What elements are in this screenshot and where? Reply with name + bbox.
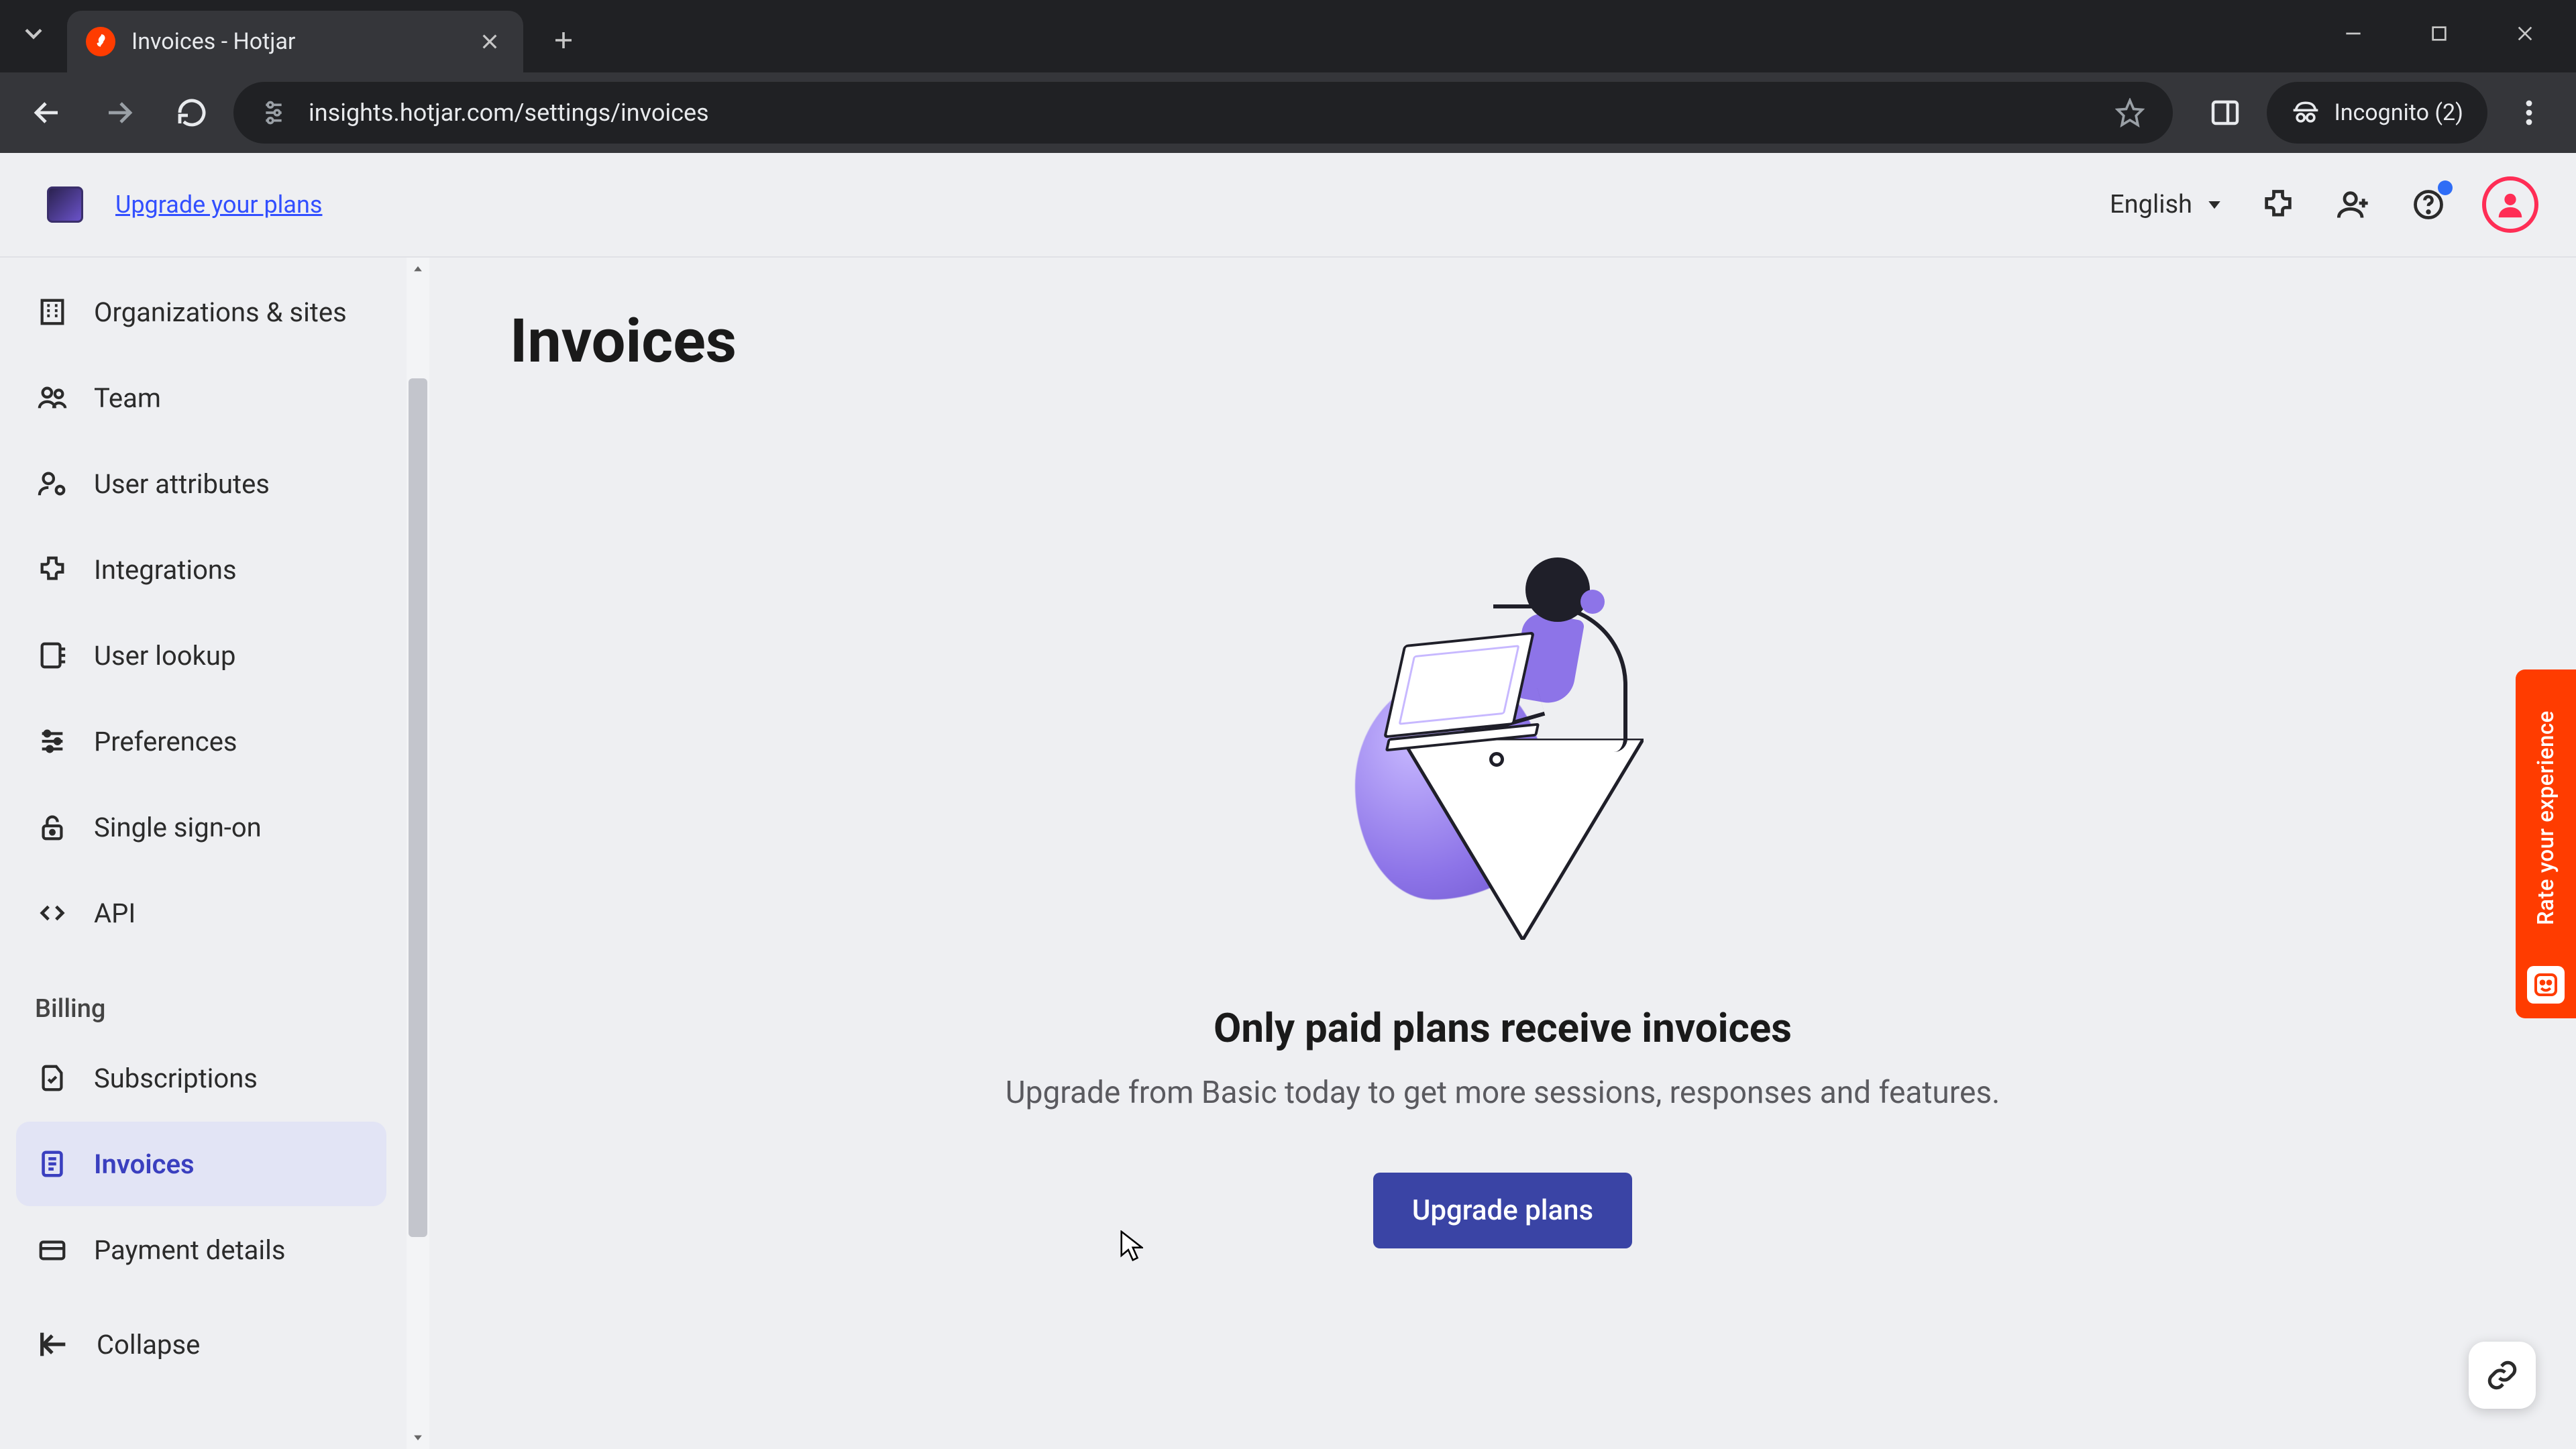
app-viewport: Upgrade your plans English Organizations… xyxy=(0,153,2576,1449)
invite-user-icon[interactable] xyxy=(2332,183,2375,226)
sidebar-item-team[interactable]: Team xyxy=(16,356,386,440)
sidebar-item-sso[interactable]: Single sign-on xyxy=(16,785,386,869)
code-icon xyxy=(35,896,70,930)
sidebar-item-payment-details[interactable]: Payment details xyxy=(16,1208,386,1292)
sidebar-item-user-attributes[interactable]: User attributes xyxy=(16,441,386,526)
sidebar-item-user-lookup[interactable]: User lookup xyxy=(16,613,386,698)
feedback-face-icon xyxy=(2527,966,2565,1004)
subscription-icon xyxy=(35,1061,70,1095)
page-title: Invoices xyxy=(429,258,2576,376)
user-avatar[interactable] xyxy=(2482,176,2538,233)
scroll-up-button[interactable] xyxy=(407,258,429,280)
team-icon xyxy=(35,380,70,415)
sliders-icon xyxy=(35,724,70,759)
language-label: English xyxy=(2110,190,2192,219)
sidebar-item-label: Organizations & sites xyxy=(94,297,347,328)
feedback-label: Rate your experience xyxy=(2533,684,2559,951)
invoice-icon xyxy=(35,1146,70,1181)
bookmark-star-icon[interactable] xyxy=(2111,94,2149,131)
language-selector[interactable]: English xyxy=(2110,190,2224,219)
browser-toolbar: insights.hotjar.com/settings/invoices In… xyxy=(0,72,2576,153)
lock-icon xyxy=(35,810,70,845)
feedback-tab[interactable]: Rate your experience xyxy=(2516,669,2576,1018)
new-tab-button[interactable] xyxy=(537,13,590,67)
sidebar-item-integrations[interactable]: Integrations xyxy=(16,527,386,612)
user-settings-icon xyxy=(35,466,70,501)
credit-card-icon xyxy=(35,1232,70,1267)
sidebar-scrollbar[interactable] xyxy=(407,258,429,1449)
main-content: Invoices Only paid plans receive invoice… xyxy=(429,258,2576,1449)
sidebar-item-subscriptions[interactable]: Subscriptions xyxy=(16,1036,386,1120)
collapse-label: Collapse xyxy=(97,1329,200,1360)
help-icon[interactable] xyxy=(2407,183,2450,226)
empty-state-heading: Only paid plans receive invoices xyxy=(1214,1004,1792,1052)
tab-search-button[interactable] xyxy=(0,0,67,67)
sidebar-item-label: Integrations xyxy=(94,554,237,586)
side-panel-button[interactable] xyxy=(2194,82,2256,144)
sidebar-item-label: API xyxy=(94,898,136,929)
window-close-button[interactable] xyxy=(2485,7,2565,60)
notification-dot xyxy=(2438,180,2453,195)
puzzle-icon xyxy=(35,552,70,587)
upgrade-plans-link[interactable]: Upgrade your plans xyxy=(115,191,322,219)
sidebar-section-billing: Billing xyxy=(16,957,386,1034)
sidebar-item-organizations[interactable]: Organizations & sites xyxy=(16,270,386,354)
collapse-icon xyxy=(35,1326,72,1363)
sidebar-item-label: Payment details xyxy=(94,1234,286,1266)
window-controls xyxy=(2313,0,2576,67)
sidebar-item-label: Team xyxy=(94,382,161,414)
sidebar-item-api[interactable]: API xyxy=(16,871,386,955)
incognito-label: Incognito (2) xyxy=(2334,99,2463,126)
extensions-icon[interactable] xyxy=(2257,183,2300,226)
nav-back-button[interactable] xyxy=(16,82,78,144)
sidebar-item-label: Subscriptions xyxy=(94,1063,258,1094)
tab-title: Invoices - Hotjar xyxy=(131,28,459,55)
upgrade-plans-button[interactable]: Upgrade plans xyxy=(1373,1173,1632,1248)
empty-state: Only paid plans receive invoices Upgrade… xyxy=(429,376,2576,1248)
sidebar-item-label: User attributes xyxy=(94,468,270,500)
empty-state-subtext: Upgrade from Basic today to get more ses… xyxy=(1006,1075,2000,1111)
empty-state-illustration xyxy=(1348,551,1657,940)
lookup-icon xyxy=(35,638,70,673)
sidebar-collapse-button[interactable]: Collapse xyxy=(16,1304,386,1385)
chrome-menu-button[interactable] xyxy=(2498,82,2560,144)
nav-forward-button[interactable] xyxy=(89,82,150,144)
copy-link-button[interactable] xyxy=(2469,1342,2536,1409)
sidebar-item-label: Preferences xyxy=(94,726,237,757)
scroll-down-button[interactable] xyxy=(407,1426,429,1449)
sidebar-item-invoices[interactable]: Invoices xyxy=(16,1122,386,1206)
window-minimize-button[interactable] xyxy=(2313,7,2394,60)
sidebar: Organizations & sites Team User attribut… xyxy=(0,258,429,1449)
tab-close-button[interactable] xyxy=(475,27,504,56)
window-maximize-button[interactable] xyxy=(2399,7,2479,60)
browser-tab[interactable]: Invoices - Hotjar xyxy=(67,11,523,72)
address-bar[interactable]: insights.hotjar.com/settings/invoices xyxy=(233,82,2173,144)
chevron-down-icon xyxy=(2204,195,2224,215)
sidebar-item-label: Invoices xyxy=(94,1148,195,1180)
scroll-thumb[interactable] xyxy=(409,378,427,1237)
nav-reload-button[interactable] xyxy=(161,82,223,144)
sidebar-item-label: Single sign-on xyxy=(94,812,262,843)
sidebar-item-label: User lookup xyxy=(94,640,235,672)
url-text: insights.hotjar.com/settings/invoices xyxy=(309,99,2092,127)
sidebar-item-preferences[interactable]: Preferences xyxy=(16,699,386,784)
org-logo[interactable] xyxy=(47,186,83,223)
browser-titlebar: Invoices - Hotjar xyxy=(0,0,2576,72)
building-icon xyxy=(35,294,70,329)
incognito-indicator[interactable]: Incognito (2) xyxy=(2267,82,2487,144)
hotjar-favicon xyxy=(86,27,115,56)
app-header: Upgrade your plans English xyxy=(0,153,2576,258)
site-settings-icon[interactable] xyxy=(258,97,290,129)
